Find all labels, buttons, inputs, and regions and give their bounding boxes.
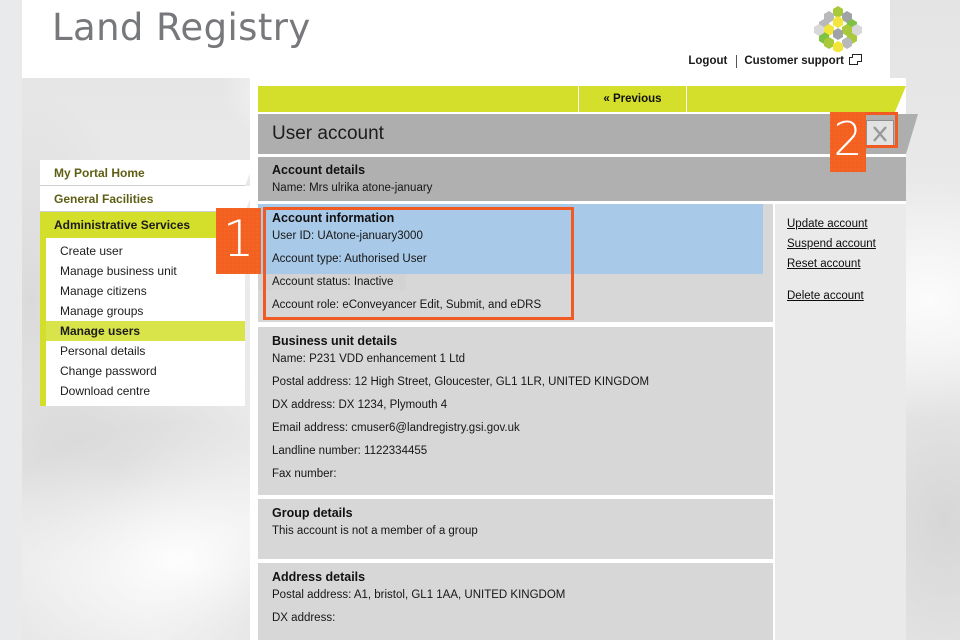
left-gutter bbox=[0, 0, 22, 640]
page-title: User account bbox=[272, 123, 384, 145]
account-information-block: Account information User ID: UAtone-janu… bbox=[258, 204, 773, 322]
annotation-badge-2: 2 bbox=[830, 112, 866, 172]
panel-body: Account information User ID: UAtone-janu… bbox=[258, 204, 906, 640]
header-divider bbox=[736, 55, 737, 68]
account-information-heading: Account information bbox=[272, 211, 773, 225]
sidebar-item-my-portal-home[interactable]: My Portal Home bbox=[40, 160, 245, 186]
account-details-section: Account details Name: Mrs ulrika atone-j… bbox=[258, 157, 906, 201]
details-column: Account information User ID: UAtone-janu… bbox=[258, 204, 773, 640]
group-details-block: Group details This account is not a memb… bbox=[258, 499, 773, 559]
sidebar-item-label: Administrative Services bbox=[54, 218, 190, 232]
tab-strip-right-segment bbox=[687, 86, 895, 112]
sidebar-item-personal-details[interactable]: Personal details bbox=[46, 341, 245, 361]
sidebar-item-download-centre[interactable]: Download centre bbox=[46, 381, 245, 401]
update-account-link[interactable]: Update account bbox=[787, 218, 868, 230]
sidebar-item-administrative-services[interactable]: Administrative Services bbox=[40, 212, 245, 238]
sidebar-navigation: My Portal Home General Facilities Admini… bbox=[40, 160, 245, 406]
header-links: Logout Customer support bbox=[688, 54, 862, 68]
address-details-block: Address details Postal address: A1, bris… bbox=[258, 563, 773, 640]
sidebar-subitem-label: Download centre bbox=[60, 384, 150, 398]
close-x-icon bbox=[871, 125, 889, 143]
application-panel: « Previous User account Account details … bbox=[250, 78, 906, 640]
previous-button[interactable]: « Previous bbox=[579, 86, 686, 112]
suspend-account-link[interactable]: Suspend account bbox=[787, 238, 876, 250]
account-details-heading: Account details bbox=[272, 163, 365, 177]
sidebar-subitem-label: Manage groups bbox=[60, 304, 143, 318]
address-postal-address: Postal address: A1, bristol, GL1 1AA, UN… bbox=[272, 588, 773, 602]
sidebar-item-label: General Facilities bbox=[54, 192, 153, 206]
account-status: Account status: Inactive bbox=[272, 275, 773, 289]
account-user-id: User ID: UAtone-january3000 bbox=[272, 229, 773, 243]
sidebar-subitem-label: Manage business unit bbox=[60, 264, 177, 278]
sidebar-subitem-label: Manage citizens bbox=[60, 284, 147, 298]
close-button[interactable] bbox=[866, 120, 894, 148]
business-unit-heading: Business unit details bbox=[272, 334, 773, 348]
account-type: Account type: Authorised User bbox=[272, 252, 773, 266]
sidebar-subitem-label: Create user bbox=[60, 244, 123, 258]
business-unit-name: Name: P231 VDD enhancement 1 Ltd bbox=[272, 352, 773, 366]
sidebar-item-label: My Portal Home bbox=[54, 166, 145, 180]
sidebar-submenu: Create user Manage business unit Manage … bbox=[40, 238, 245, 406]
sidebar-item-change-password[interactable]: Change password bbox=[46, 361, 245, 381]
brand-title: Land Registry bbox=[52, 6, 311, 49]
account-role: Account role: eConveyancer Edit, Submit,… bbox=[272, 298, 773, 312]
customer-support-link[interactable]: Customer support bbox=[744, 55, 844, 67]
business-unit-landline-number: Landline number: 1122334455 bbox=[272, 444, 773, 458]
address-dx-address: DX address: bbox=[272, 611, 773, 625]
sidebar-item-manage-users[interactable]: Manage users bbox=[46, 321, 245, 341]
logout-link[interactable]: Logout bbox=[688, 55, 727, 67]
annotation-badge-1: 1 bbox=[216, 208, 261, 274]
business-unit-postal-address: Postal address: 12 High Street, Gloucest… bbox=[272, 375, 773, 389]
address-details-heading: Address details bbox=[272, 570, 773, 584]
account-actions-column: Update account Suspend account Reset acc… bbox=[775, 204, 906, 640]
business-unit-fax-number: Fax number: bbox=[272, 467, 773, 481]
external-window-icon[interactable] bbox=[849, 54, 862, 68]
sidebar-item-general-facilities[interactable]: General Facilities bbox=[40, 186, 245, 212]
sidebar-subitem-label: Manage users bbox=[60, 324, 140, 338]
honeycomb-logo-icon bbox=[814, 4, 862, 52]
site-header: Land Registry Logout Customer support bbox=[22, 0, 890, 78]
delete-account-link[interactable]: Delete account bbox=[787, 290, 864, 302]
tab-strip: « Previous bbox=[250, 86, 906, 112]
sidebar-subitem-label: Personal details bbox=[60, 344, 145, 358]
group-membership-status: This account is not a member of a group bbox=[272, 524, 773, 538]
tab-strip-left-segment bbox=[258, 86, 578, 112]
sidebar-item-manage-citizens[interactable]: Manage citizens bbox=[46, 281, 245, 301]
reset-account-link[interactable]: Reset account bbox=[787, 258, 861, 270]
sidebar-subitem-label: Change password bbox=[60, 364, 157, 378]
sidebar-item-manage-groups[interactable]: Manage groups bbox=[46, 301, 245, 321]
business-unit-dx-address: DX address: DX 1234, Plymouth 4 bbox=[272, 398, 773, 412]
business-unit-email-address: Email address: cmuser6@landregistry.gsi.… bbox=[272, 421, 773, 435]
account-details-name: Name: Mrs ulrika atone-january bbox=[272, 182, 432, 194]
previous-button-label: « Previous bbox=[579, 86, 686, 112]
page-titlebar: User account bbox=[258, 114, 906, 154]
business-unit-details-block: Business unit details Name: P231 VDD enh… bbox=[258, 327, 773, 495]
group-details-heading: Group details bbox=[272, 506, 773, 520]
